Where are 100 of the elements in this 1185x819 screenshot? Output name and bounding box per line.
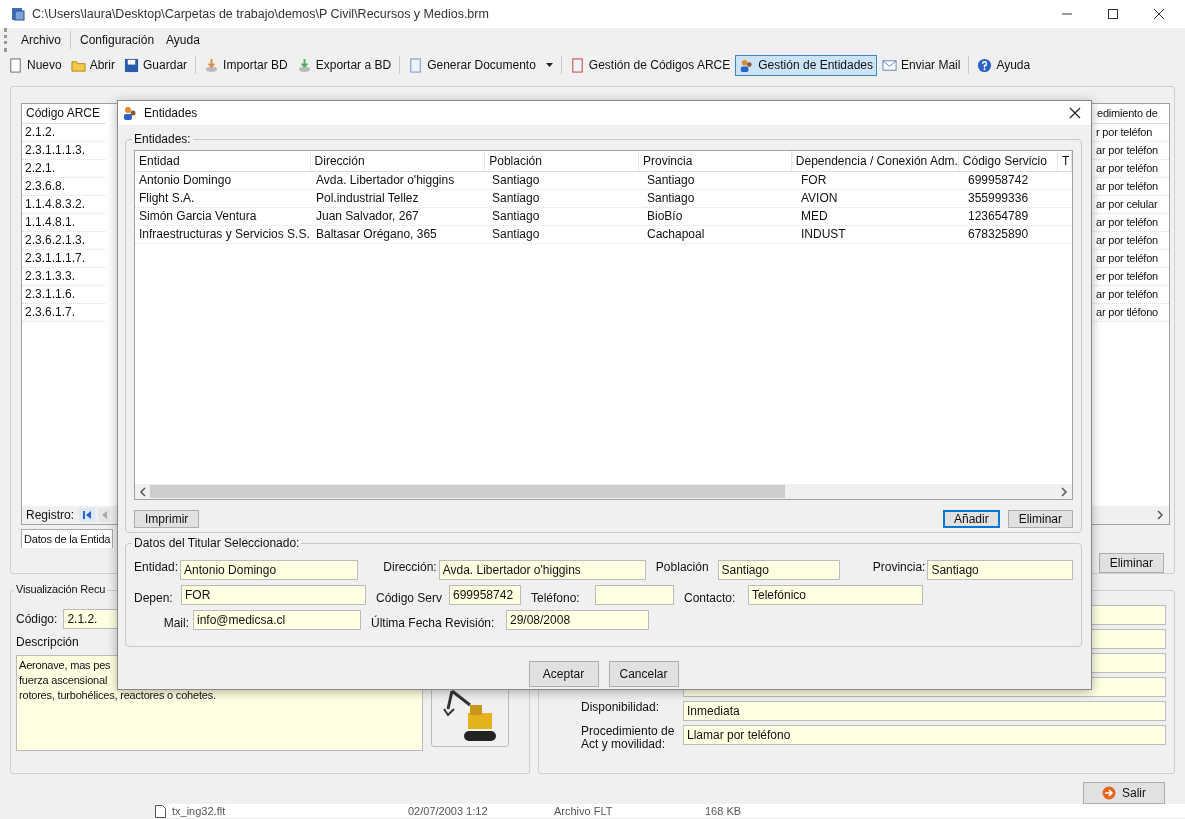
table-cell: 2.1.2.: [22, 124, 106, 142]
table-cell-text: INDUST: [800, 226, 847, 243]
column-header[interactable]: edimiento de: [1093, 104, 1169, 124]
input-field[interactable]: Antonio Domingo: [180, 560, 359, 580]
table-cell-text: Infraestructuras y Servicios S.S.: [138, 226, 311, 243]
field-label: Mail:: [162, 615, 190, 630]
input-field[interactable]: 699958742: [449, 585, 521, 605]
database-arrow-icon: [204, 57, 220, 73]
input-field[interactable]: Avda. Libertador o'higgins: [438, 560, 646, 580]
window-title: C:\Users\laura\Desktop\Carpetas de trabajo\demos\P Civil\Recursos y Medios.brm: [32, 7, 489, 21]
scroll-right-icon[interactable]: [1155, 510, 1165, 520]
field-label: Última Fecha Revisión:: [371, 614, 496, 630]
table-cell: ar por teléfon: [1093, 142, 1169, 160]
print-button[interactable]: Imprimir: [134, 510, 200, 528]
scroll-right-icon[interactable]: [1060, 486, 1068, 497]
table-cell-text: 123654789: [967, 208, 1030, 225]
table-cell: ar por teléfon: [1093, 286, 1169, 304]
column-header[interactable]: T: [1058, 151, 1072, 171]
table-cell: 2.3.6.1.7.: [22, 304, 106, 322]
input-field[interactable]: Llamar por teléfono: [683, 725, 1166, 745]
input-field[interactable]: FOR: [181, 585, 366, 605]
table-cell-text: 678325890: [967, 226, 1030, 243]
field-label: Código Serv: [376, 590, 444, 605]
table-cell: 2.3.1.1.1.3.: [22, 142, 106, 160]
toolbar-button[interactable]: Exportar a BD: [292, 54, 396, 76]
add-button[interactable]: Añadir: [942, 510, 1000, 528]
maximize-icon[interactable]: [1107, 8, 1119, 20]
field-label: Disponibilidad:: [581, 701, 661, 714]
input-field[interactable]: Santiago: [927, 560, 1073, 580]
table-cell: ar por teléfon: [1093, 214, 1169, 232]
column-header[interactable]: Población: [485, 151, 640, 171]
menu-item[interactable]: Ayuda: [160, 33, 206, 47]
record-label: Registro:: [26, 508, 75, 522]
table-cell-text: Santiago: [491, 208, 541, 225]
input-field[interactable]: [595, 585, 674, 605]
menu-item[interactable]: Archivo: [15, 33, 67, 47]
input-field[interactable]: Inmediata: [683, 701, 1166, 721]
group-title: Entidades:: [132, 132, 193, 146]
input-field[interactable]: 29/08/2008: [506, 610, 649, 630]
delete-button[interactable]: Eliminar: [1098, 553, 1164, 573]
toolbar-button[interactable]: Ayuda: [973, 54, 1035, 76]
file-type: Archivo FLT: [554, 805, 614, 817]
table-cell: 2.3.1.1.6.: [22, 286, 106, 304]
document-icon: [408, 57, 424, 73]
table-cell-text: Avda. Libertador o'higgins: [315, 172, 456, 189]
scroll-left-icon[interactable]: [139, 486, 147, 497]
toolbar-button[interactable]: Nuevo: [4, 54, 66, 76]
column-header[interactable]: Dependencia / Conexión Adm.: [791, 151, 959, 171]
toolbar-button[interactable]: Importar BD: [200, 54, 292, 76]
toolbar-button[interactable]: Abrir: [66, 54, 120, 76]
description-label: Descripción: [16, 635, 79, 649]
table-cell-text: 699958742: [967, 172, 1030, 189]
input-field[interactable]: Santiago: [717, 560, 841, 580]
toolbar-button[interactable]: Gestión de Códigos ARCE: [565, 54, 735, 76]
table-cell: 1.1.4.8.1.: [22, 214, 106, 232]
column-header[interactable]: Entidad: [135, 151, 311, 171]
table-cell: 2.2.1.: [22, 160, 106, 178]
table-cell-text: Pol.industrial Tellez: [315, 190, 420, 207]
envelope-icon: [882, 57, 898, 73]
table-cell: ar por teléfon: [1093, 178, 1169, 196]
horizontal-scrollbar[interactable]: [135, 484, 1072, 499]
table-cell-text: AVION: [800, 190, 839, 207]
toolbar-button[interactable]: Enviar Mail: [878, 54, 965, 76]
table-cell-text: Baltasar Orégano, 365: [315, 226, 438, 243]
group-title: Visualización Recu: [14, 583, 108, 595]
tab[interactable]: Datos de la Entida: [21, 529, 114, 548]
column-header[interactable]: Dirección: [310, 151, 486, 171]
column-header[interactable]: Provincia: [639, 151, 792, 171]
table-cell: 2.3.6.8.: [22, 178, 106, 196]
cancel-button[interactable]: Cancelar: [608, 661, 679, 687]
table-cell-text: BioBío: [646, 208, 684, 225]
column-header[interactable]: Código ARCE: [22, 104, 106, 124]
table-cell-text: Santiago: [491, 190, 541, 207]
table-cell-text: Santiago: [646, 172, 696, 189]
table-cell-text: Simón Garcia Ventura: [138, 208, 258, 225]
table-cell-text: 355999336: [967, 190, 1030, 207]
table-cell: ar por teléfon: [1093, 160, 1169, 178]
group-title: Datos del Titular Seleccionado:: [132, 536, 302, 550]
close-icon[interactable]: [1069, 107, 1081, 119]
caret-icon[interactable]: [545, 63, 553, 67]
field-label: Depen:: [134, 590, 174, 605]
toolbar-button[interactable]: Gestión de Entidades: [735, 54, 878, 76]
table-cell: r por teléfon: [1093, 124, 1169, 142]
table-cell-text: Santiago: [491, 226, 541, 243]
accept-button[interactable]: Aceptar: [528, 661, 599, 687]
input-field[interactable]: info@medicsa.cl: [193, 610, 361, 630]
column-header[interactable]: Código Servicio: [958, 151, 1059, 171]
arrow-circle-icon: [1102, 786, 1116, 800]
toolbar-button[interactable]: Guardar: [120, 54, 192, 76]
menu-item[interactable]: Configuración: [74, 33, 161, 47]
dialog-title: Entidades: [144, 106, 198, 120]
input-field[interactable]: Telefónico: [748, 585, 923, 605]
excavator-drawing: [443, 689, 497, 742]
delete-button[interactable]: Eliminar: [1007, 510, 1073, 528]
exit-button[interactable]: Salir: [1083, 782, 1165, 804]
close-icon[interactable]: [1153, 8, 1165, 20]
first-record-icon[interactable]: [79, 508, 96, 522]
file-name: tx_ing32.flt: [172, 805, 227, 817]
field-label: Dirección:: [382, 560, 438, 574]
toolbar-button[interactable]: Generar Documento: [404, 54, 557, 76]
